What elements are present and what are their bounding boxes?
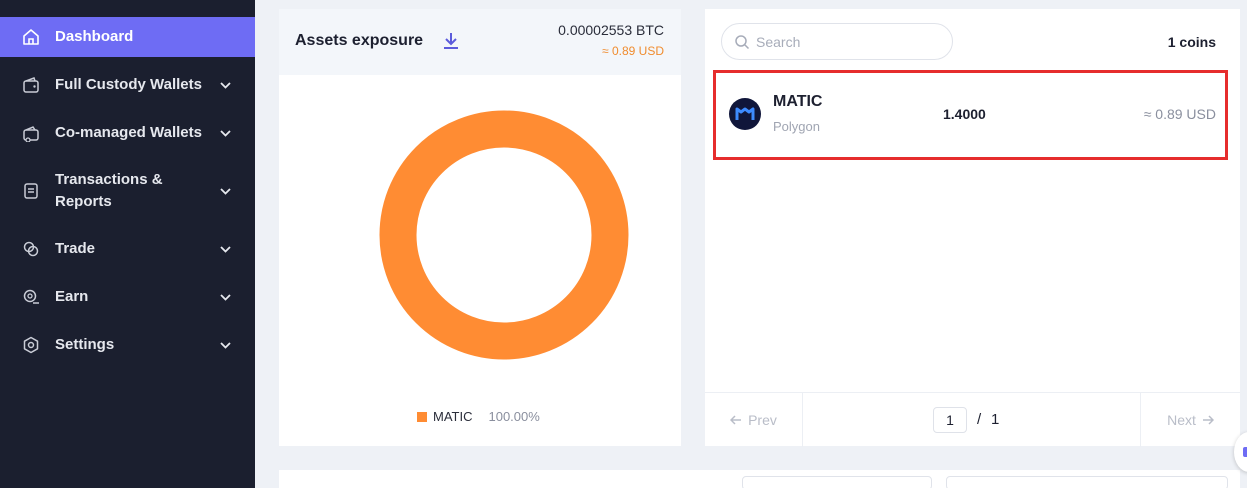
sidebar-item-label: Settings — [55, 336, 115, 353]
sidebar-item-label: Earn — [55, 288, 89, 305]
coin-usd-value: ≈ 0.89 USD — [1143, 106, 1216, 122]
legend-percentage: 100.00% — [488, 409, 540, 424]
receipt-icon — [21, 181, 41, 201]
page-total: 1 — [991, 411, 1000, 428]
sidebar-item-dashboard[interactable]: Dashboard — [0, 17, 255, 57]
home-icon — [21, 27, 41, 47]
arrow-right-icon — [1202, 412, 1214, 428]
donut-slice-matic — [379, 110, 629, 360]
chevron-down-icon — [219, 127, 231, 139]
sidebar-item-label: Co-managed Wallets — [55, 124, 202, 141]
coin-network: Polygon — [773, 119, 820, 134]
assets-donut-chart — [379, 110, 629, 360]
assets-exposure-header: Assets exposure 0.00002553 BTC ≈ 0.89 US… — [279, 9, 681, 75]
wallet-icon — [21, 75, 41, 95]
search-input[interactable] — [756, 32, 946, 52]
arrow-left-icon — [730, 412, 742, 428]
matic-logo-icon — [729, 98, 761, 130]
page-number-input[interactable] — [933, 407, 967, 433]
assets-exposure-title: Assets exposure — [295, 32, 424, 49]
coins-panel: 1 coins MATIC Polygon 1.4000 ≈ 0.89 USD … — [705, 9, 1240, 447]
next-label: Next — [1167, 412, 1196, 428]
chat-icon — [1243, 447, 1247, 457]
total-usd-value: ≈ 0.89 USD — [602, 44, 664, 58]
chart-legend: MATIC 100.00% — [417, 409, 540, 424]
next-button[interactable]: Next — [1140, 393, 1240, 447]
chevron-down-icon — [219, 243, 231, 255]
coin-symbol: MATIC — [773, 93, 823, 110]
bottom-filter-field[interactable] — [742, 476, 932, 488]
assets-exposure-panel: Assets exposure 0.00002553 BTC ≈ 0.89 US… — [279, 9, 681, 446]
chevron-down-icon — [219, 185, 231, 197]
bottom-date-field[interactable] — [946, 476, 1228, 488]
sidebar: Dashboard Full Custody Wallets Co-manage… — [0, 0, 255, 488]
sidebar-item-transactions-reports[interactable]: Transactions & Reports — [0, 168, 255, 214]
search-box[interactable] — [721, 23, 953, 60]
trade-icon — [21, 239, 41, 259]
earn-icon — [21, 287, 41, 307]
total-btc-value: 0.00002553 BTC — [558, 22, 664, 38]
shared-wallet-icon — [21, 123, 41, 143]
search-icon — [734, 34, 750, 50]
pagination: Prev / 1 Next — [705, 392, 1240, 447]
sidebar-item-label: Dashboard — [55, 28, 134, 45]
download-icon[interactable] — [442, 31, 460, 51]
prev-button[interactable]: Prev — [705, 393, 803, 447]
chevron-down-icon — [219, 79, 231, 91]
chevron-down-icon — [219, 339, 231, 351]
legend-swatch — [417, 411, 427, 422]
coin-amount: 1.4000 — [943, 106, 986, 122]
settings-icon — [21, 335, 41, 355]
chevron-down-icon — [219, 291, 231, 303]
sidebar-item-label-line2: Reports — [55, 193, 112, 210]
sidebar-item-label: Full Custody Wallets — [55, 76, 202, 93]
sidebar-item-co-managed-wallets[interactable]: Co-managed Wallets — [0, 121, 255, 145]
sidebar-item-label: Transactions & — [55, 171, 163, 188]
prev-label: Prev — [748, 412, 777, 428]
sidebar-item-full-custody-wallets[interactable]: Full Custody Wallets — [0, 73, 255, 97]
sidebar-item-label: Trade — [55, 240, 96, 257]
sidebar-item-trade[interactable]: Trade — [0, 237, 255, 261]
sidebar-item-earn[interactable]: Earn — [0, 285, 255, 309]
bottom-panel — [279, 470, 1240, 488]
coins-count: 1 coins — [1167, 34, 1216, 50]
page-separator: / — [977, 411, 982, 428]
legend-label: MATIC — [433, 409, 473, 424]
sidebar-item-settings[interactable]: Settings — [0, 333, 255, 357]
